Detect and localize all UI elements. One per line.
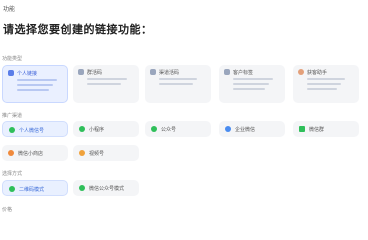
miniprogram-icon (79, 126, 85, 132)
chip-label: 公众号 (161, 127, 177, 133)
section-label-promotion: 推广渠道 (2, 113, 23, 119)
card-desc-line (87, 83, 121, 85)
card-title: 获客助手 (307, 70, 328, 76)
card-desc-line (307, 78, 345, 80)
shop-icon (8, 150, 14, 156)
chip-wechat-shop[interactable]: 微信小商店 (2, 145, 68, 161)
avatar-icon (298, 69, 304, 75)
chip-work-wechat[interactable]: 企业微信 (219, 121, 285, 137)
qr-mode-icon (9, 186, 15, 192)
section-label-function: 功能类型 (2, 56, 23, 62)
chip-label: 微信小商店 (18, 151, 44, 157)
card-desc-line (307, 88, 337, 90)
chip-label: 企业微信 (235, 127, 256, 133)
chip-label: 微信群 (309, 127, 325, 133)
chip-label: 小程序 (89, 127, 105, 133)
card-desc-line (159, 83, 193, 85)
card-title: 群活码 (87, 70, 103, 76)
chip-wechat-group[interactable]: 微信群 (293, 121, 359, 137)
section-label-bottom: 价格 (2, 207, 13, 213)
card-title: 客户标签 (233, 70, 254, 76)
card-desc-line (17, 89, 49, 91)
chip-label: 微信公众号模式 (89, 186, 125, 192)
section-label-mode: 选择方式 (2, 171, 23, 177)
wechat-icon (9, 127, 15, 133)
top-bar: 功能 (0, 0, 368, 16)
group-icon (78, 69, 84, 75)
chip-label: 二维码模式 (19, 187, 45, 193)
card-title: 个人链接 (17, 71, 38, 77)
work-wechat-icon (225, 126, 231, 132)
card-desc-line (233, 78, 273, 80)
oa-mode-icon (79, 185, 85, 191)
official-account-icon (151, 126, 157, 132)
chip-qr-mode[interactable]: 二维码模式 (2, 180, 68, 196)
chip-personal-wechat[interactable]: 个人微信号 (2, 121, 68, 137)
card-title: 渠道活码 (159, 70, 180, 76)
card-desc-line (17, 84, 53, 86)
card-group-qrcode[interactable]: 群活码 (73, 65, 139, 103)
chip-video-account[interactable]: 视频号 (73, 145, 139, 161)
card-channel-qrcode[interactable]: 渠道活码 (145, 65, 211, 103)
chip-official-account[interactable]: 公众号 (145, 121, 211, 137)
chip-label: 视频号 (89, 151, 105, 157)
card-desc-line (87, 78, 127, 80)
chip-label: 个人微信号 (19, 128, 45, 134)
group-chat-icon (299, 126, 305, 132)
page-title: 请选择您要创建的链接功能： (3, 23, 153, 36)
card-acquisition-assistant[interactable]: 获客助手 (293, 65, 359, 103)
header-title: 功能 (3, 6, 16, 13)
card-desc-line (159, 78, 197, 80)
card-customer-tag[interactable]: 客户标签 (219, 65, 285, 103)
chip-mini-program[interactable]: 小程序 (73, 121, 139, 137)
chip-oa-mode[interactable]: 微信公众号模式 (73, 180, 139, 196)
card-desc-line (17, 79, 57, 81)
card-desc-line (233, 83, 269, 85)
card-desc-line (233, 88, 265, 90)
card-personal-link[interactable]: 个人链接 (2, 65, 68, 103)
tag-icon (224, 69, 230, 75)
video-icon (79, 150, 85, 156)
user-icon (8, 70, 14, 76)
card-desc-line (307, 83, 341, 85)
qrcode-icon (150, 69, 156, 75)
